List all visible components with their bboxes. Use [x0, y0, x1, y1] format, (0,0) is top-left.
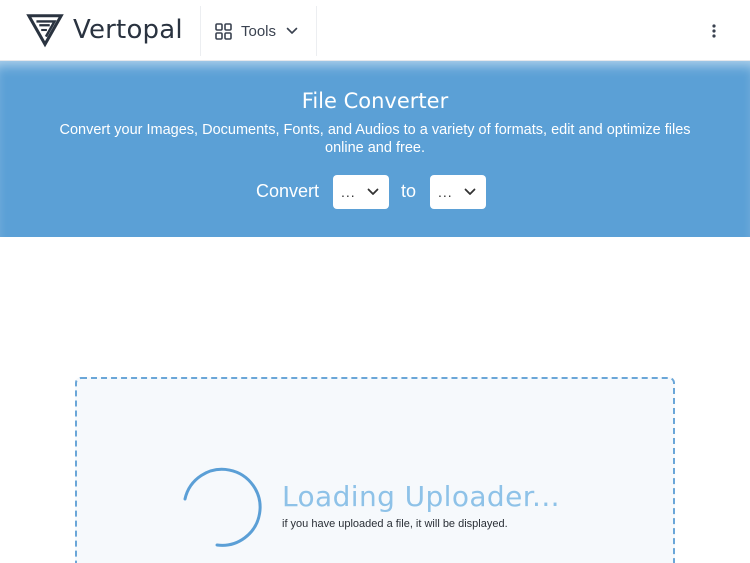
to-format-select[interactable]: ... — [430, 175, 486, 209]
grid-icon — [215, 22, 232, 40]
loading-spinner-icon — [183, 467, 262, 547]
page-subtitle: Convert your Images, Documents, Fonts, a… — [59, 122, 691, 156]
uploader-loading-title: Loading Uploader... — [282, 480, 560, 513]
file-upload-dropzone[interactable]: Loading Uploader... if you have uploaded… — [75, 377, 675, 563]
tools-menu-button[interactable]: Tools — [200, 6, 317, 56]
kebab-menu-icon — [712, 24, 716, 38]
convert-format-row: Convert ... to ... — [0, 175, 750, 209]
to-format-value: ... — [438, 184, 453, 200]
tools-label: Tools — [241, 22, 277, 40]
from-format-value: ... — [341, 184, 356, 200]
uploader-loading-note: if you have uploaded a file, it will be … — [282, 518, 508, 530]
convert-label: Convert — [256, 181, 320, 201]
from-format-select[interactable]: ... — [333, 175, 389, 209]
top-navbar: Vertopal Tools — [0, 0, 750, 61]
brand-link[interactable]: Vertopal — [26, 10, 183, 50]
chevron-down-icon — [367, 188, 379, 195]
chevron-down-icon — [464, 188, 476, 195]
vertopal-logo-icon — [26, 14, 64, 48]
hero-banner: File Converter Convert your Images, Docu… — [0, 61, 750, 237]
more-options-button[interactable] — [704, 21, 724, 41]
chevron-down-icon — [286, 27, 298, 34]
brand-name: Vertopal — [73, 15, 183, 45]
to-label: to — [401, 181, 417, 201]
page-title: File Converter — [301, 89, 449, 113]
